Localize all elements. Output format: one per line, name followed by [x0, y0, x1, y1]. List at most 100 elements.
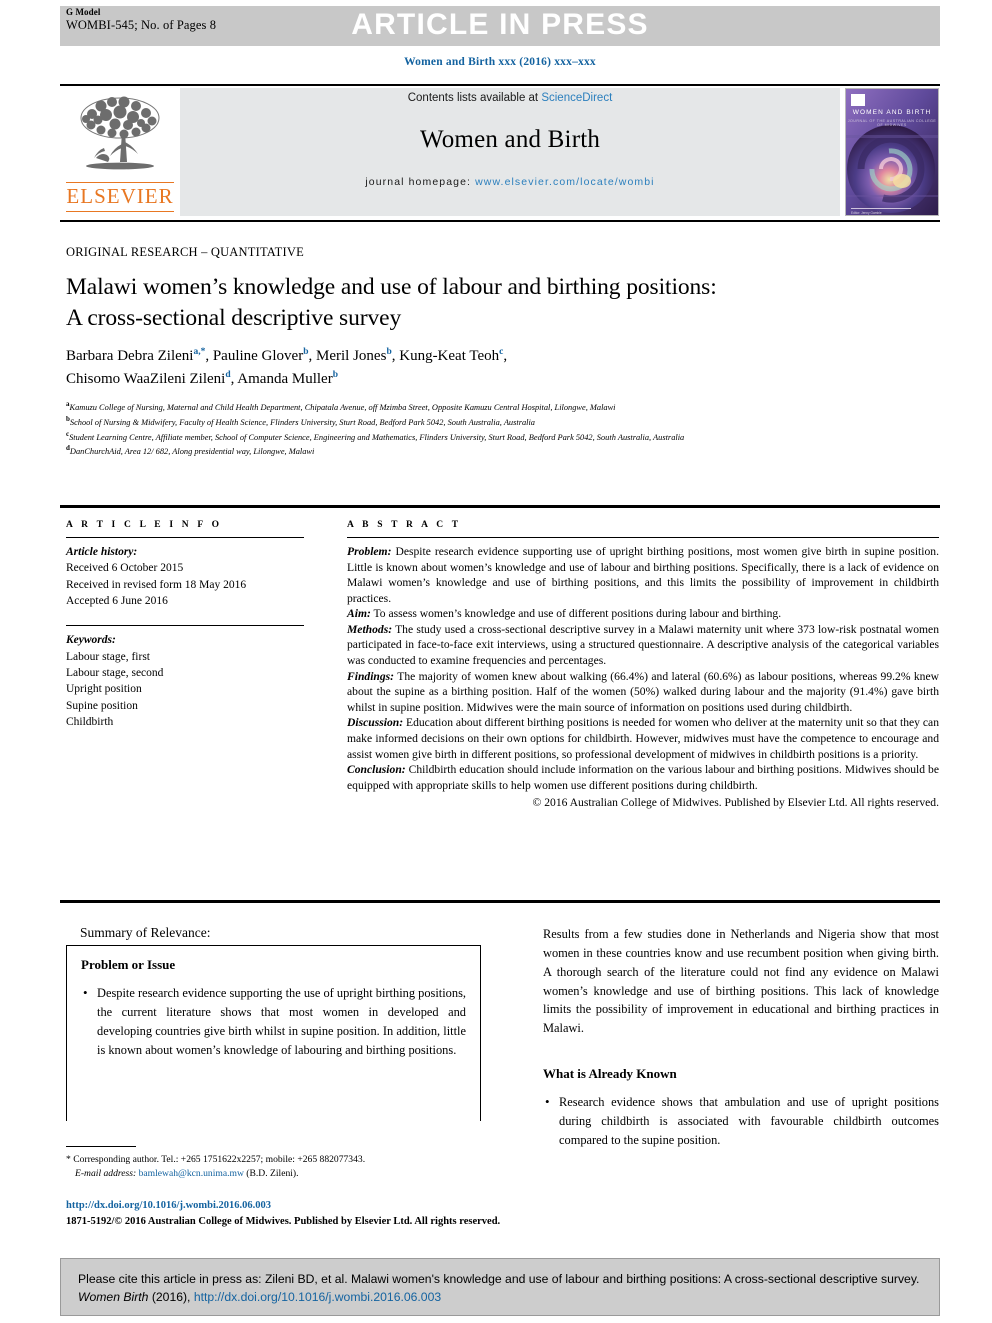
abstract-paragraph: Methods: The study used a cross-sectiona… — [347, 622, 939, 669]
abstract-paragraph: Conclusion: Childbirth education should … — [347, 762, 939, 793]
doi-link[interactable]: http://dx.doi.org/10.1016/j.wombi.2016.0… — [66, 1198, 526, 1214]
abstract-text: The majority of women knew about walking… — [347, 669, 939, 714]
footnote-rule — [66, 1146, 136, 1147]
article-section-label: ORIGINAL RESEARCH – QUANTITATIVE — [66, 245, 304, 259]
list-item: Research evidence shows that ambulation … — [543, 1092, 939, 1150]
affiliation-item: aKamuzu College of Nursing, Maternal and… — [66, 399, 938, 414]
contents-list-line: Contents lists available at ScienceDirec… — [180, 92, 840, 104]
affiliation-item: dDanChurchAid, Area 12/ 682, Along presi… — [66, 443, 938, 458]
g-model-block: G Model WOMBI-545; No. of Pages 8 — [66, 7, 216, 34]
corresponding-author-text: * Corresponding author. Tel.: +265 17516… — [66, 1154, 366, 1165]
abstract-text: To assess women’s knowledge and use of d… — [370, 607, 782, 621]
abstract-rule — [347, 537, 939, 538]
cover-divider — [851, 208, 911, 209]
problem-bullet-list: Despite research evidence supporting the… — [81, 983, 466, 1059]
keyword-item: Labour stage, second — [66, 666, 164, 679]
abstract-heading: A B S T R A C T — [347, 520, 462, 530]
homepage-prefix: journal homepage: — [365, 176, 476, 188]
abstract-lead: Conclusion: — [347, 763, 406, 777]
journal-title: Women and Birth — [419, 126, 601, 153]
abstract-lead: Discussion: — [347, 716, 404, 730]
body-section-top-rule — [60, 900, 940, 903]
abstract-paragraph: Discussion: Education about different bi… — [347, 715, 939, 762]
journal-cover-thumbnail: WOMEN AND BIRTH JOURNAL OF THE AUSTRALIA… — [845, 88, 939, 216]
abstract-lead: Aim: — [347, 607, 371, 621]
abstract-paragraph: Problem: Despite research evidence suppo… — [347, 544, 939, 606]
abstract-body: Problem: Despite research evidence suppo… — [347, 544, 939, 811]
summary-of-relevance-box: Problem or Issue Despite research eviden… — [66, 945, 481, 1121]
author-1: Barbara Debra Zileni — [66, 348, 194, 364]
abstract-lead: Methods: — [347, 622, 393, 636]
corresponding-author-email-link[interactable]: bamlewah@kcn.unima.mw — [139, 1168, 244, 1179]
article-info-rule — [66, 537, 304, 538]
doi-block: http://dx.doi.org/10.1016/j.wombi.2016.0… — [66, 1198, 526, 1230]
author-3: , Meril Jones — [308, 348, 387, 364]
sciencedirect-link[interactable]: ScienceDirect — [541, 92, 612, 104]
keywords-label: Keywords: — [66, 634, 116, 647]
right-column-paragraph: Results from a few studies done in Nethe… — [543, 927, 939, 1036]
history-received: Received 6 October 2015 — [66, 562, 184, 575]
journal-citation-line: Women and Birth xxx (2016) xxx–xxx — [404, 56, 596, 68]
already-known-bullet-list: Research evidence shows that ambulation … — [543, 1092, 939, 1150]
affiliation-text: School of Nursing & Midwifery, Faculty o… — [69, 417, 535, 427]
cover-artwork — [846, 89, 938, 215]
keyword-item: Labour stage, first — [66, 650, 150, 663]
author-5: Chisomo WaaZileni Zileni — [66, 370, 226, 387]
elsevier-logo: ELSEVIER — [66, 90, 174, 214]
affiliation-list: aKamuzu College of Nursing, Maternal and… — [66, 399, 938, 458]
body-right-column: Results from a few studies done in Nethe… — [543, 925, 939, 1150]
footnote-body: * Corresponding author. Tel.: +265 17516… — [66, 1153, 486, 1182]
page-title: Malawi women’s knowledge and use of labo… — [66, 272, 926, 335]
keywords-rule — [66, 625, 304, 627]
author-4: , Kung-Keat Teoh — [391, 348, 500, 364]
abstract-column: A B S T R A C T Problem: Despite researc… — [347, 520, 939, 811]
keyword-item: Childbirth — [66, 715, 114, 728]
author-6-affil: b — [332, 369, 338, 380]
cite-doi-link[interactable]: http://dx.doi.org/10.1016/j.wombi.2016.0… — [194, 1290, 441, 1304]
elsevier-tree-icon — [80, 96, 160, 170]
journal-homepage-link[interactable]: www.elsevier.com/locate/wombi — [475, 176, 655, 188]
author-line1-comma: , — [503, 348, 508, 364]
abstract-lead: Problem: — [347, 545, 392, 558]
abstract-copyright: © 2016 Australian College of Midwives. P… — [532, 796, 939, 810]
author-1-affil: a,* — [193, 347, 206, 357]
contents-prefix: Contents lists available at — [407, 92, 542, 104]
affiliation-item: cStudent Learning Centre, Affiliate memb… — [66, 429, 938, 444]
abstract-lead: Findings: — [347, 669, 395, 683]
title-line-2: A cross-sectional descriptive survey — [66, 305, 402, 332]
author-6: , Amanda Muller — [230, 370, 333, 387]
cite-footer-text: Please cite this article in press as: Zi… — [78, 1271, 926, 1306]
article-history-label: Article history: — [66, 546, 138, 558]
history-accepted: Accepted 6 June 2016 — [66, 594, 168, 607]
affiliation-text: Kamuzu College of Nursing, Maternal and … — [69, 402, 616, 412]
history-revised: Received in revised form 18 May 2016 — [66, 578, 247, 591]
elsevier-wordmark: ELSEVIER — [66, 182, 174, 212]
affiliation-text: Student Learning Centre, Affiliate membe… — [69, 432, 685, 442]
cover-journal-title: WOMEN AND BIRTH — [852, 109, 932, 116]
journal-homepage-line: journal homepage: www.elsevier.com/locat… — [180, 176, 840, 188]
author-2: , Pauline Glover — [205, 348, 304, 364]
cite-journal-name: Women Birth — [78, 1289, 149, 1304]
manuscript-id: WOMBI-545; No. of Pages 8 — [66, 18, 217, 33]
problem-or-issue-heading: Problem or Issue — [81, 957, 176, 972]
abstract-text: Despite research evidence supporting use… — [347, 545, 939, 605]
issn-copyright-line: 1871-5192/© 2016 Australian College of M… — [66, 1215, 501, 1227]
cover-elsevier-mark — [851, 94, 865, 106]
article-info-column: A R T I C L E I N F O Article history: R… — [66, 520, 304, 730]
abstract-text: Education about different birthing posit… — [347, 716, 939, 761]
info-section-top-rule — [60, 505, 940, 508]
keywords-block: Keywords: Labour stage, first Labour sta… — [66, 632, 304, 730]
affiliation-text: DanChurchAid, Area 12/ 682, Along presid… — [69, 447, 315, 457]
keyword-item: Supine position — [66, 699, 138, 712]
cite-text-b: (2016), — [148, 1289, 194, 1304]
article-history-block: Article history: Received 6 October 2015… — [66, 544, 304, 609]
masthead-center: Contents lists available at ScienceDirec… — [180, 92, 840, 188]
email-owner: (B.D. Zileni). — [246, 1168, 299, 1180]
abstract-text: Childbirth education should include info… — [347, 763, 939, 792]
what-is-already-known-heading: What is Already Known — [543, 1066, 677, 1082]
author-list: Barbara Debra Zilenia,*, Pauline Glover b… — [66, 345, 926, 391]
cite-text-a: Please cite this article in press as: Zi… — [78, 1272, 920, 1286]
affiliation-item: bSchool of Nursing & Midwifery, Faculty … — [66, 414, 938, 429]
cover-journal-subtitle: JOURNAL OF THE AUSTRALIAN COLLEGE OF MID… — [847, 119, 937, 127]
list-item: Despite research evidence supporting the… — [81, 983, 466, 1059]
